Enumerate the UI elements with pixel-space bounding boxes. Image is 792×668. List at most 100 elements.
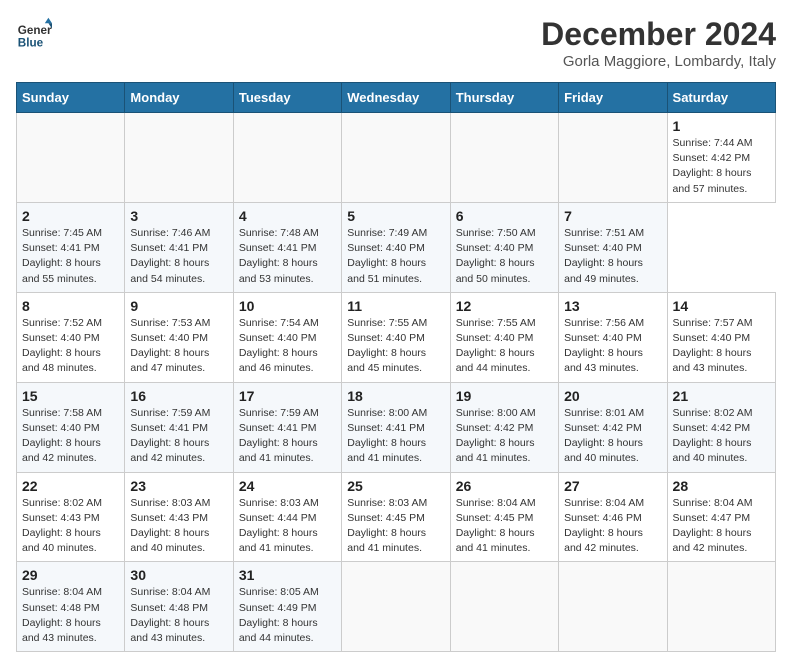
- day-info: Sunrise: 7:55 AM Sunset: 4:40 PM Dayligh…: [456, 316, 553, 377]
- day-number: 17: [239, 388, 336, 404]
- day-info: Sunrise: 8:04 AM Sunset: 4:45 PM Dayligh…: [456, 496, 553, 557]
- day-number: 11: [347, 298, 444, 314]
- day-of-week-header: Saturday: [667, 83, 775, 113]
- day-number: 18: [347, 388, 444, 404]
- day-info: Sunrise: 8:04 AM Sunset: 4:48 PM Dayligh…: [130, 585, 227, 646]
- day-info: Sunrise: 7:44 AM Sunset: 4:42 PM Dayligh…: [673, 136, 770, 197]
- calendar-week-row: 15Sunrise: 7:58 AM Sunset: 4:40 PM Dayli…: [17, 382, 776, 472]
- day-number: 2: [22, 208, 119, 224]
- day-number: 10: [239, 298, 336, 314]
- empty-day-cell: [667, 562, 775, 652]
- day-info: Sunrise: 8:03 AM Sunset: 4:45 PM Dayligh…: [347, 496, 444, 557]
- day-number: 6: [456, 208, 553, 224]
- day-info: Sunrise: 8:03 AM Sunset: 4:43 PM Dayligh…: [130, 496, 227, 557]
- calendar-header-row: SundayMondayTuesdayWednesdayThursdayFrid…: [17, 83, 776, 113]
- svg-text:Blue: Blue: [18, 37, 44, 50]
- day-cell: 15Sunrise: 7:58 AM Sunset: 4:40 PM Dayli…: [17, 382, 125, 472]
- day-cell: 10 Sunrise: 7:54 AM Sunset: 4:40 PM Dayli…: [233, 292, 341, 382]
- day-cell: 13Sunrise: 7:56 AM Sunset: 4:40 PM Dayli…: [559, 292, 667, 382]
- calendar-week-row: 29 Sunrise: 8:04 AM Sunset: 4:48 PM Dayli…: [17, 562, 776, 652]
- day-of-week-header: Friday: [559, 83, 667, 113]
- calendar-week-row: 22 Sunrise: 8:02 AM Sunset: 4:43 PM Dayli…: [17, 472, 776, 562]
- day-cell: 21Sunrise: 8:02 AM Sunset: 4:42 PM Dayli…: [667, 382, 775, 472]
- day-number: 13: [564, 298, 661, 314]
- day-cell: 14 Sunrise: 7:57 AM Sunset: 4:40 PM Dayli…: [667, 292, 775, 382]
- day-cell: 7Sunrise: 7:51 AM Sunset: 4:40 PM Daylig…: [559, 202, 667, 292]
- day-info: Sunrise: 7:59 AM Sunset: 4:41 PM Dayligh…: [239, 406, 336, 467]
- day-of-week-header: Wednesday: [342, 83, 450, 113]
- day-cell: 9Sunrise: 7:53 AM Sunset: 4:40 PM Daylig…: [125, 292, 233, 382]
- page-header: General Blue December 2024 Gorla Maggior…: [16, 16, 776, 70]
- day-number: 28: [673, 478, 770, 494]
- day-info: Sunrise: 7:53 AM Sunset: 4:40 PM Dayligh…: [130, 316, 227, 377]
- day-number: 26: [456, 478, 553, 494]
- day-number: 1: [673, 118, 770, 134]
- day-number: 30: [130, 567, 227, 583]
- day-cell: 16 Sunrise: 7:59 AM Sunset: 4:41 PM Dayli…: [125, 382, 233, 472]
- day-of-week-header: Sunday: [17, 83, 125, 113]
- day-number: 23: [130, 478, 227, 494]
- day-info: Sunrise: 7:49 AM Sunset: 4:40 PM Dayligh…: [347, 226, 444, 287]
- day-info: Sunrise: 8:04 AM Sunset: 4:46 PM Dayligh…: [564, 496, 661, 557]
- day-number: 22: [22, 478, 119, 494]
- empty-day-cell: [17, 113, 125, 203]
- day-cell: 4Sunrise: 7:48 AM Sunset: 4:41 PM Daylig…: [233, 202, 341, 292]
- day-cell: 17 Sunrise: 7:59 AM Sunset: 4:41 PM Dayli…: [233, 382, 341, 472]
- day-info: Sunrise: 7:50 AM Sunset: 4:40 PM Dayligh…: [456, 226, 553, 287]
- calendar-week-row: 2 Sunrise: 7:45 AM Sunset: 4:41 PM Daylig…: [17, 202, 776, 292]
- day-cell: 1 Sunrise: 7:44 AM Sunset: 4:42 PM Daylig…: [667, 113, 775, 203]
- day-number: 29: [22, 567, 119, 583]
- day-cell: 27 Sunrise: 8:04 AM Sunset: 4:46 PM Dayli…: [559, 472, 667, 562]
- empty-day-cell: [342, 562, 450, 652]
- day-number: 16: [130, 388, 227, 404]
- day-cell: 30 Sunrise: 8:04 AM Sunset: 4:48 PM Dayli…: [125, 562, 233, 652]
- logo-icon: General Blue: [16, 16, 52, 52]
- day-cell: 18 Sunrise: 8:00 AM Sunset: 4:41 PM Dayli…: [342, 382, 450, 472]
- day-cell: 26 Sunrise: 8:04 AM Sunset: 4:45 PM Dayli…: [450, 472, 558, 562]
- empty-day-cell: [125, 113, 233, 203]
- day-number: 21: [673, 388, 770, 404]
- day-number: 20: [564, 388, 661, 404]
- day-of-week-header: Tuesday: [233, 83, 341, 113]
- empty-day-cell: [342, 113, 450, 203]
- day-cell: 2 Sunrise: 7:45 AM Sunset: 4:41 PM Daylig…: [17, 202, 125, 292]
- day-info: Sunrise: 7:58 AM Sunset: 4:40 PM Dayligh…: [22, 406, 119, 467]
- day-info: Sunrise: 8:03 AM Sunset: 4:44 PM Dayligh…: [239, 496, 336, 557]
- day-number: 8: [22, 298, 119, 314]
- day-info: Sunrise: 7:52 AM Sunset: 4:40 PM Dayligh…: [22, 316, 119, 377]
- day-number: 24: [239, 478, 336, 494]
- empty-day-cell: [450, 113, 558, 203]
- day-info: Sunrise: 8:00 AM Sunset: 4:41 PM Dayligh…: [347, 406, 444, 467]
- calendar-table: SundayMondayTuesdayWednesdayThursdayFrid…: [16, 82, 776, 652]
- day-info: Sunrise: 8:05 AM Sunset: 4:49 PM Dayligh…: [239, 585, 336, 646]
- day-info: Sunrise: 8:02 AM Sunset: 4:43 PM Dayligh…: [22, 496, 119, 557]
- svg-text:General: General: [18, 24, 52, 37]
- empty-day-cell: [559, 113, 667, 203]
- location: Gorla Maggiore, Lombardy, Italy: [541, 53, 776, 70]
- title-block: December 2024 Gorla Maggiore, Lombardy, …: [541, 16, 776, 70]
- day-info: Sunrise: 8:00 AM Sunset: 4:42 PM Dayligh…: [456, 406, 553, 467]
- day-info: Sunrise: 7:57 AM Sunset: 4:40 PM Dayligh…: [673, 316, 770, 377]
- calendar-week-row: 1 Sunrise: 7:44 AM Sunset: 4:42 PM Daylig…: [17, 113, 776, 203]
- day-number: 14: [673, 298, 770, 314]
- day-cell: 29Sunrise: 8:04 AM Sunset: 4:48 PM Dayli…: [17, 562, 125, 652]
- empty-day-cell: [233, 113, 341, 203]
- day-number: 7: [564, 208, 661, 224]
- day-info: Sunrise: 7:54 AM Sunset: 4:40 PM Dayligh…: [239, 316, 336, 377]
- day-info: Sunrise: 8:01 AM Sunset: 4:42 PM Dayligh…: [564, 406, 661, 467]
- day-cell: 28Sunrise: 8:04 AM Sunset: 4:47 PM Dayli…: [667, 472, 775, 562]
- day-cell: 22 Sunrise: 8:02 AM Sunset: 4:43 PM Dayli…: [17, 472, 125, 562]
- day-number: 4: [239, 208, 336, 224]
- day-cell: 3Sunrise: 7:46 AM Sunset: 4:41 PM Daylig…: [125, 202, 233, 292]
- day-number: 25: [347, 478, 444, 494]
- day-info: Sunrise: 7:45 AM Sunset: 4:41 PM Dayligh…: [22, 226, 119, 287]
- day-cell: 19Sunrise: 8:00 AM Sunset: 4:42 PM Dayli…: [450, 382, 558, 472]
- day-info: Sunrise: 7:59 AM Sunset: 4:41 PM Dayligh…: [130, 406, 227, 467]
- day-cell: 24 Sunrise: 8:03 AM Sunset: 4:44 PM Dayli…: [233, 472, 341, 562]
- day-number: 27: [564, 478, 661, 494]
- day-number: 12: [456, 298, 553, 314]
- day-cell: 25 Sunrise: 8:03 AM Sunset: 4:45 PM Dayli…: [342, 472, 450, 562]
- day-info: Sunrise: 7:46 AM Sunset: 4:41 PM Dayligh…: [130, 226, 227, 287]
- month-title: December 2024: [541, 16, 776, 53]
- calendar-body: 1 Sunrise: 7:44 AM Sunset: 4:42 PM Daylig…: [17, 113, 776, 652]
